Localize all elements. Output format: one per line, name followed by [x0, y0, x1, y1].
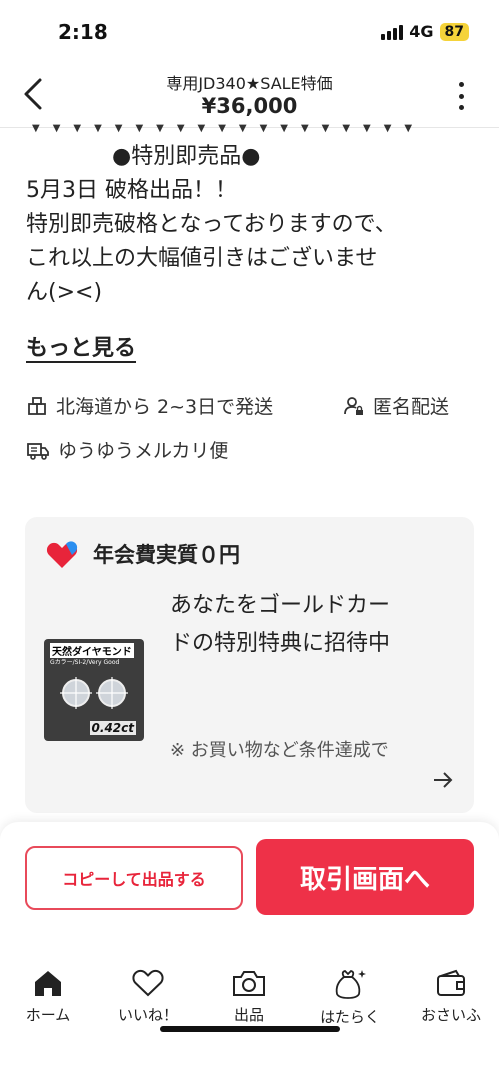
copy-listing-button[interactable]: コピーして出品する — [25, 846, 243, 910]
tab-likes[interactable]: いいね！ — [103, 968, 193, 1025]
tab-bar: ホーム いいね！ 出品 はたらく おさいふ — [0, 950, 499, 1045]
heart-icon — [132, 969, 164, 997]
see-more-link[interactable]: もっと見る — [26, 330, 136, 362]
signal-icon — [381, 24, 404, 40]
more-options-icon[interactable] — [453, 82, 469, 110]
description-line: 特別即売破格となっておりますので、 — [26, 212, 397, 237]
status-bar: 2:18 4G 87 — [0, 0, 499, 62]
sparkle-bag-icon — [335, 970, 366, 999]
anonymous-user-icon — [344, 396, 363, 415]
ship-from-text: 北海道から 2~3日で発送 — [56, 396, 274, 418]
tab-label: おさいふ — [420, 1006, 481, 1024]
go-to-trade-button[interactable]: 取引画面へ — [256, 839, 474, 915]
tab-wallet[interactable]: おさいふ — [406, 968, 496, 1025]
tab-sell[interactable]: 出品 — [204, 968, 294, 1025]
camera-icon — [233, 971, 265, 996]
image-label: 天然ダイヤモンド — [50, 643, 134, 658]
description-line: 5月3日 破格出品！！ — [26, 178, 237, 203]
tab-work[interactable]: はたらく — [305, 968, 395, 1027]
shipping-method-text: ゆうゆうメルカリ便 — [58, 440, 229, 462]
network-label: 4G — [409, 22, 434, 41]
decorative-divider: ▼▼▼▼▼▼▼▼▼▼▼▼▼▼▼▼▼▼▼▼ — [32, 124, 422, 134]
heart-logo-icon — [46, 541, 78, 568]
battery-icon: 87 — [439, 22, 469, 41]
anonymous-shipping-row: 匿名配送 — [343, 392, 449, 419]
gold-card-promo[interactable]: 年会費実質０円 天然ダイヤモンド Gカラー/SI-2/Very Good 0.4… — [25, 517, 474, 813]
tab-label: はたらく — [320, 1008, 380, 1026]
promo-message: あなたをゴールドカードの特別特典に招待中 — [170, 593, 391, 656]
action-sheet: コピーして出品する 取引画面へ — [0, 822, 499, 950]
tab-home[interactable]: ホーム — [3, 968, 93, 1025]
diamond-earrings-icon — [60, 677, 128, 709]
tab-label: ホーム — [25, 1006, 71, 1024]
tab-label: いいね！ — [117, 1006, 178, 1024]
item-title: 専用JD340★SALE特価 — [166, 74, 333, 93]
item-description: ●特別即売品● 5月3日 破格出品！！ 特別即売破格となっておりますので、 これ… — [26, 140, 476, 310]
product-thumbnail: 天然ダイヤモンド Gカラー/SI-2/Very Good 0.42ct — [44, 639, 144, 741]
delivery-truck-icon — [27, 442, 49, 460]
tab-label: 出品 — [233, 1006, 264, 1024]
promo-title: 年会費実質０円 — [93, 543, 240, 567]
carat-label: 0.42ct — [89, 721, 136, 735]
wallet-icon — [437, 969, 465, 996]
shipping-method-row: ゆうゆうメルカリ便 — [26, 436, 228, 463]
item-price: ¥36,000 — [201, 94, 298, 118]
image-sublabel: Gカラー/SI-2/Very Good — [50, 659, 120, 666]
arrow-right-icon[interactable] — [432, 771, 454, 789]
app-header: 専用JD340★SALE特価 ¥36,000 — [0, 62, 499, 128]
home-indicator — [160, 1026, 340, 1032]
anonymous-text: 匿名配送 — [373, 396, 450, 418]
description-line: これ以上の大幅値引きはございませ — [26, 246, 378, 271]
shipping-origin-row: 北海道から 2~3日で発送 — [26, 392, 273, 419]
status-time: 2:18 — [58, 20, 108, 44]
promo-note: ※ お買い物など条件達成で — [170, 740, 389, 761]
description-line: ん(><) — [26, 280, 103, 305]
status-indicators: 4G 87 — [381, 22, 469, 41]
shipping-box-icon — [28, 396, 46, 415]
description-line: ●特別即売品● — [112, 144, 261, 169]
home-icon — [35, 971, 61, 996]
